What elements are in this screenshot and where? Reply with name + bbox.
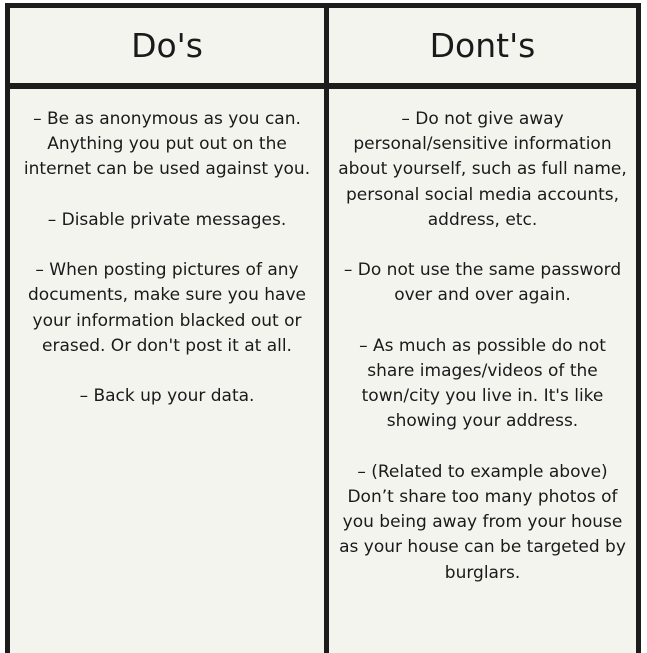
dos-item: – Be as anonymous as you can. Anything y… — [23, 109, 311, 180]
donts-item: – As much as possible do not share image… — [359, 335, 606, 432]
dos-item: – Disable private messages. — [47, 209, 287, 230]
dos-item: – When posting pictures of any documents… — [28, 260, 306, 356]
donts-item: – Do not use the same password over and … — [343, 260, 622, 306]
donts-item: – Do not give away personal/sensitive in… — [338, 109, 627, 230]
donts-column: – Do not give away personal/sensitive in… — [329, 89, 636, 611]
dos-column: – Be as anonymous as you can. Anything y… — [10, 89, 324, 435]
dos-item: – Back up your data. — [79, 386, 255, 407]
dos-donts-table: Do's Dont's – Be as anonymous as you can… — [5, 3, 641, 653]
donts-item: – (Related to example above) Don’t share… — [339, 461, 626, 583]
dos-header: Do's — [131, 26, 203, 65]
donts-header: Dont's — [429, 26, 536, 65]
